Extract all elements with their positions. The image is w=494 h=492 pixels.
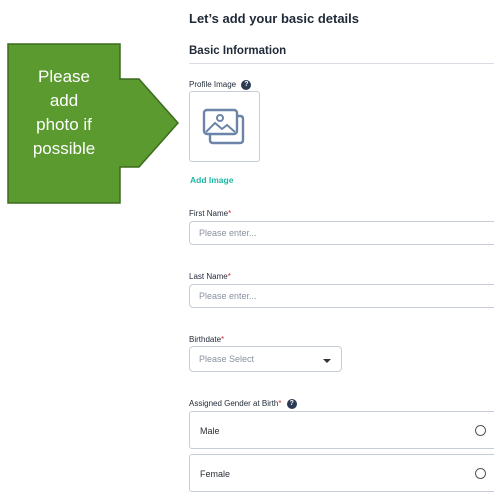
gender-label: Assigned Gender at Birth — [189, 399, 279, 409]
required-mark: * — [221, 335, 225, 344]
gender-option-label: Male — [200, 426, 220, 436]
first-name-placeholder: Please enter... — [199, 228, 257, 238]
image-gallery-icon — [202, 108, 245, 145]
last-name-input[interactable]: Please enter... — [189, 284, 494, 308]
required-mark: * — [278, 399, 282, 409]
page-title: Let’s add your basic details — [189, 11, 360, 26]
required-mark: * — [228, 209, 232, 218]
profile-image-upload[interactable] — [189, 91, 260, 162]
section-divider — [189, 63, 494, 64]
first-name-label: First Name* — [189, 209, 231, 218]
callout-line: possible — [32, 139, 96, 158]
question-circle-icon[interactable]: ? — [286, 399, 297, 409]
callout-line: add — [49, 91, 79, 110]
required-mark: * — [227, 272, 231, 281]
section-title: Basic Information — [189, 45, 287, 57]
gender-label-row: Assigned Gender at Birth* ? — [189, 399, 297, 409]
birthdate-label-text: Birthdate — [189, 335, 222, 344]
profile-image-label-row: Profile Image ? — [189, 80, 252, 90]
gender-option-male[interactable]: Male — [189, 411, 494, 449]
profile-image-label: Profile Image — [189, 80, 237, 90]
callout-arrow: Please add photo if possible — [7, 43, 180, 204]
gender-option-label: Female — [200, 469, 231, 479]
gender-option-female[interactable]: Female — [189, 454, 494, 492]
radio-button[interactable] — [475, 425, 486, 436]
last-name-label: Last Name* — [189, 272, 231, 281]
radio-button[interactable] — [475, 468, 486, 479]
birthdate-select[interactable]: Please Select — [189, 346, 342, 372]
chevron-down-icon — [323, 359, 331, 363]
first-name-input[interactable]: Please enter... — [189, 221, 494, 245]
last-name-label-text: Last Name — [189, 272, 228, 281]
question-circle-icon[interactable]: ? — [241, 80, 252, 90]
first-name-label-text: First Name — [189, 209, 229, 218]
birthdate-label: Birthdate* — [189, 335, 224, 344]
callout-text: Please add photo if possible — [7, 65, 121, 161]
last-name-placeholder: Please enter... — [199, 291, 257, 301]
callout-line: photo if — [36, 115, 92, 134]
birthdate-placeholder: Please Select — [199, 354, 255, 364]
callout-line: Please — [38, 67, 90, 86]
add-image-link[interactable]: Add Image — [190, 175, 233, 185]
